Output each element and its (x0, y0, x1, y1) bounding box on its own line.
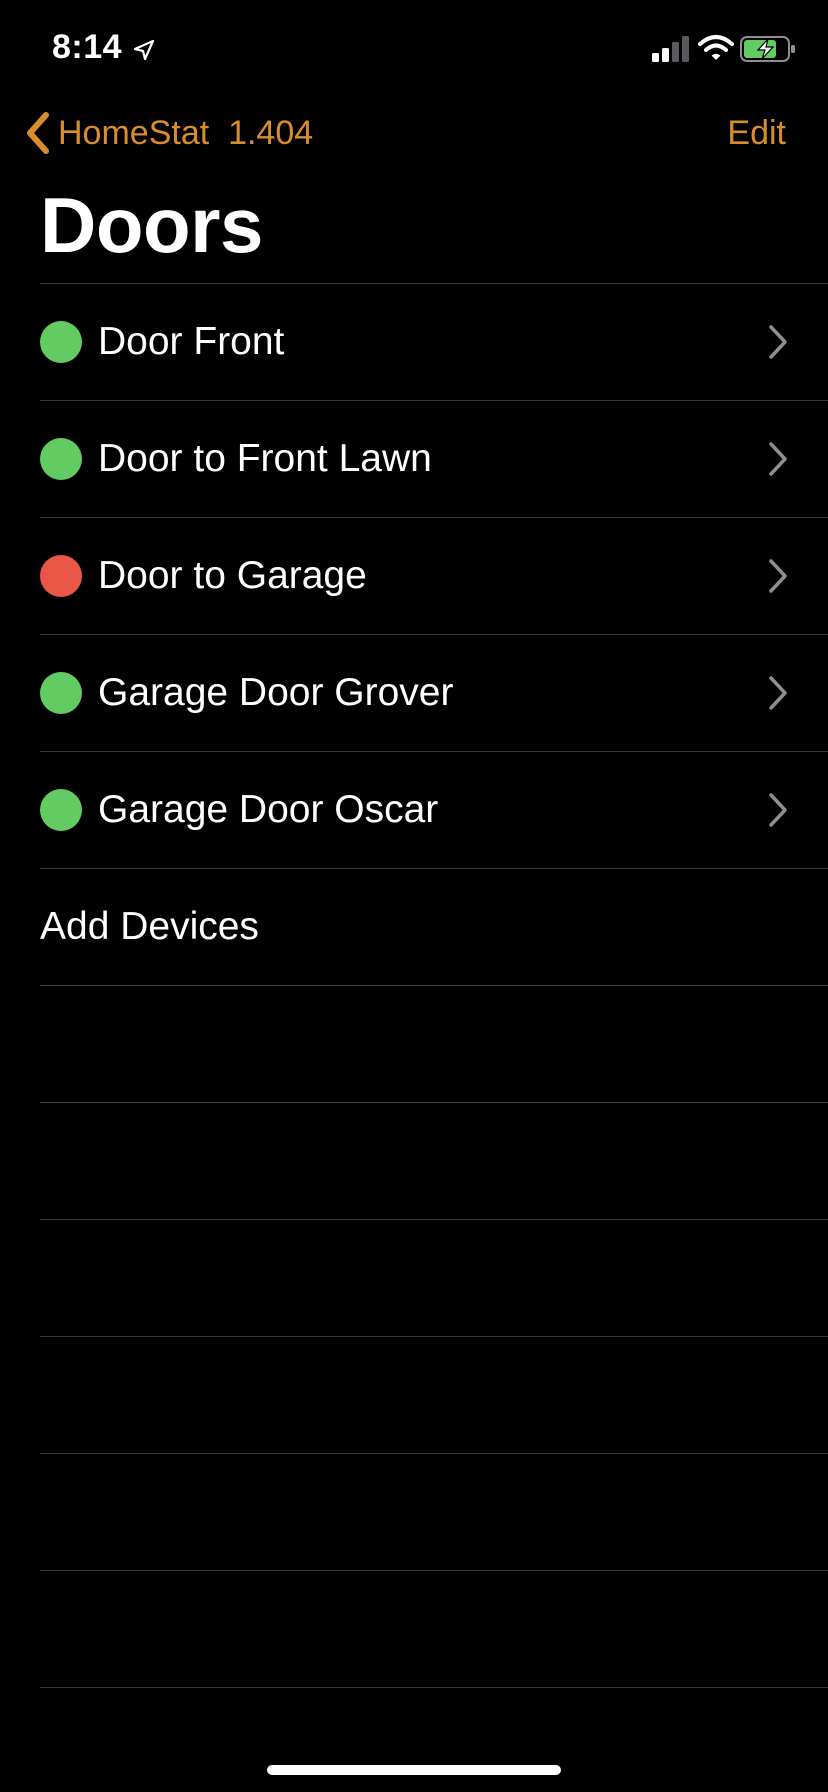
door-row-garage-door-grover[interactable]: Garage Door Grover (0, 635, 828, 751)
add-devices-button[interactable]: Add Devices (0, 869, 828, 985)
door-row-door-to-garage[interactable]: Door to Garage (0, 518, 828, 634)
empty-row (0, 1571, 828, 1687)
empty-row (0, 986, 828, 1102)
status-dot (40, 789, 82, 831)
empty-row (0, 1103, 828, 1219)
status-dot (40, 438, 82, 480)
page-title: Doors (40, 181, 263, 269)
chevron-left-icon (27, 112, 49, 154)
wifi-icon (698, 35, 734, 60)
door-name: Garage Door Oscar (98, 788, 439, 831)
door-name: Door Front (98, 320, 285, 363)
chevron-right-icon (769, 793, 787, 827)
door-name: Door to Garage (98, 554, 367, 597)
chevron-right-icon (769, 559, 787, 593)
status-dot (40, 555, 82, 597)
add-devices-label: Add Devices (40, 905, 259, 948)
door-name: Door to Front Lawn (98, 437, 432, 480)
door-name: Garage Door Grover (98, 671, 454, 714)
door-list: Door Front Door to Front Lawn Door to Ga… (0, 283, 828, 1688)
list-separator (40, 1687, 828, 1688)
cellular-signal-icon (652, 36, 689, 62)
empty-row (0, 1337, 828, 1453)
empty-row (0, 1454, 828, 1570)
battery-charging-icon (740, 36, 795, 62)
door-row-door-to-front-lawn[interactable]: Door to Front Lawn (0, 401, 828, 517)
location-arrow-icon (133, 39, 155, 61)
status-dot (40, 672, 82, 714)
back-button[interactable]: HomeStat 1.404 (22, 110, 313, 156)
status-dot (40, 321, 82, 363)
status-bar: 8:14 (0, 0, 828, 100)
edit-button[interactable]: Edit (727, 114, 786, 153)
door-row-door-front[interactable]: Door Front (0, 284, 828, 400)
chevron-right-icon (769, 676, 787, 710)
nav-bar: HomeStat 1.404 Edit (0, 100, 828, 166)
home-indicator[interactable] (267, 1765, 561, 1775)
back-label: HomeStat 1.404 (58, 113, 314, 152)
door-row-garage-door-oscar[interactable]: Garage Door Oscar (0, 752, 828, 868)
empty-row (0, 1220, 828, 1336)
status-time: 8:14 (52, 28, 123, 66)
chevron-right-icon (769, 442, 787, 476)
chevron-right-icon (769, 325, 787, 359)
